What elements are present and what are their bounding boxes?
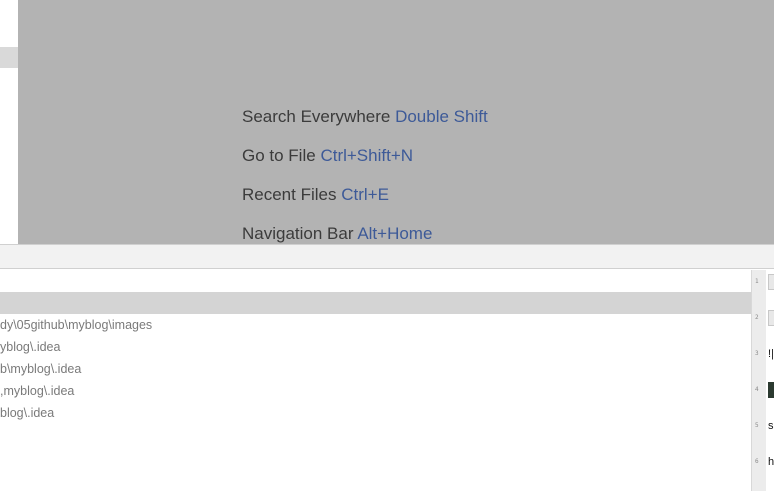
preview-strip: 1 2 3 4 5 6 !| s h xyxy=(751,270,774,491)
line-number: 3 xyxy=(755,350,759,357)
path-list: dy\05github\myblog\images yblog\.idea b\… xyxy=(0,270,751,491)
hint-shortcut: Double Shift xyxy=(395,107,488,126)
list-item[interactable]: ,myblog\.idea xyxy=(0,380,74,402)
hint-label: Go to File xyxy=(242,146,316,165)
preview-image-thumbnail xyxy=(768,382,774,398)
preview-thumbnail xyxy=(768,310,774,326)
line-number: 6 xyxy=(755,458,759,465)
preview-cell: !| xyxy=(768,348,774,360)
left-panel-selected-row[interactable] xyxy=(0,47,18,68)
left-tool-panel xyxy=(0,0,18,244)
hint-navigation-bar: Navigation Bar Alt+Home xyxy=(242,224,432,244)
line-number: 1 xyxy=(755,278,759,285)
empty-editor-area: Search Everywhere Double Shift Go to Fil… xyxy=(18,0,774,244)
hint-go-to-file: Go to File Ctrl+Shift+N xyxy=(242,146,413,166)
hint-recent-files: Recent Files Ctrl+E xyxy=(242,185,389,205)
hint-label: Recent Files xyxy=(242,185,337,204)
hint-search-everywhere: Search Everywhere Double Shift xyxy=(242,107,488,127)
preview-cell: h xyxy=(768,456,774,468)
hint-shortcut: Ctrl+Shift+N xyxy=(320,146,414,165)
preview-cell: s xyxy=(768,420,774,432)
hint-label: Navigation Bar xyxy=(242,224,354,243)
line-number: 5 xyxy=(755,422,759,429)
preview-thumbnail xyxy=(768,274,774,290)
line-number: 4 xyxy=(755,386,759,393)
list-item[interactable]: yblog\.idea xyxy=(0,336,60,358)
line-number: 2 xyxy=(755,314,759,321)
panel-splitter-toolbar[interactable] xyxy=(0,244,774,269)
hint-label: Search Everywhere xyxy=(242,107,391,126)
list-item[interactable]: blog\.idea xyxy=(0,402,54,424)
hint-shortcut: Alt+Home xyxy=(357,224,433,243)
list-item[interactable]: b\myblog\.idea xyxy=(0,358,81,380)
line-number-gutter: 1 2 3 4 5 6 xyxy=(752,270,766,491)
list-item[interactable]: dy\05github\myblog\images xyxy=(0,314,152,336)
hint-shortcut: Ctrl+E xyxy=(341,185,389,204)
selected-list-row[interactable] xyxy=(0,292,751,314)
